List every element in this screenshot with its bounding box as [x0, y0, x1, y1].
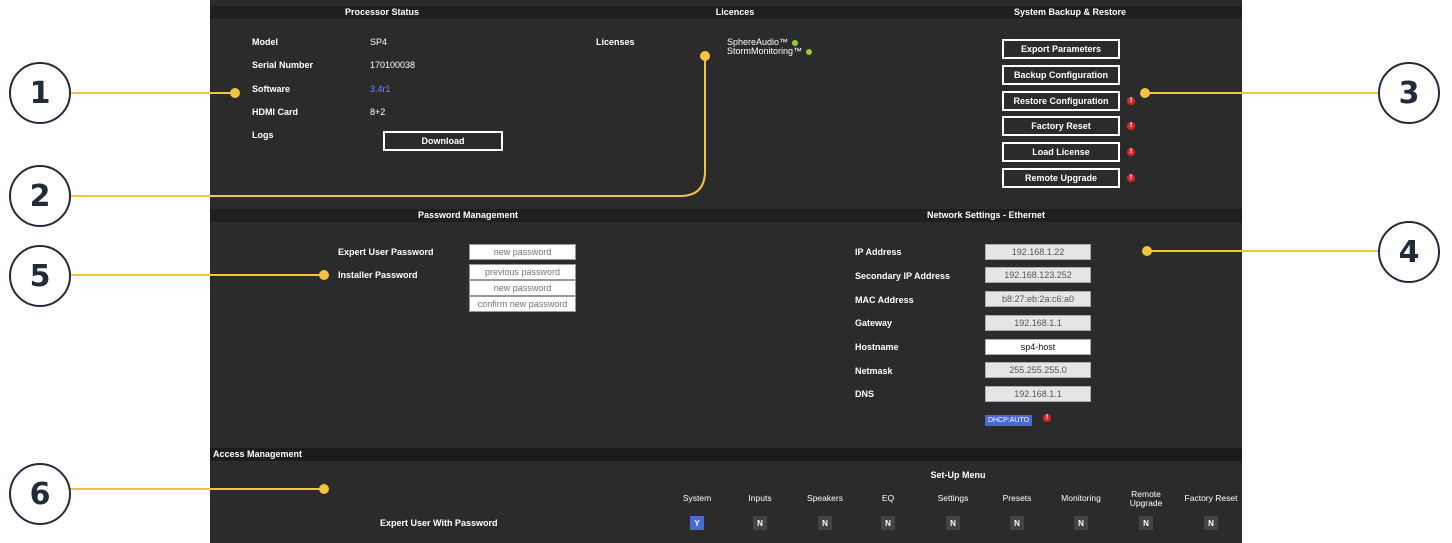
leader-line-5: [70, 274, 324, 276]
perm-factory-reset-toggle[interactable]: N: [1204, 516, 1218, 530]
leader-line-4: [1147, 250, 1380, 252]
callout-4: 4: [1378, 221, 1440, 283]
leader-dot-6: [319, 484, 329, 494]
column-presets: Presets: [1002, 493, 1032, 503]
licenses-label: Licenses: [596, 37, 635, 47]
factory-reset-button[interactable]: Factory Reset: [1002, 116, 1120, 136]
hostname-label: Hostname: [855, 342, 899, 352]
mac-address-label: MAC Address: [855, 295, 914, 305]
leader-line-6: [70, 488, 324, 490]
license-name: StormMonitoring™: [727, 46, 803, 56]
installer-password-label: Installer Password: [338, 270, 418, 280]
ip-address-label: IP Address: [855, 247, 902, 257]
column-inputs: Inputs: [748, 493, 772, 503]
header-bar-access: [210, 448, 1242, 461]
network-settings-title: Network Settings - Ethernet: [926, 210, 1046, 220]
perm-presets-toggle[interactable]: N: [1010, 516, 1024, 530]
restore-configuration-button[interactable]: Restore Configuration: [1002, 91, 1120, 111]
warning-icon: !: [1127, 174, 1135, 182]
mac-address-field[interactable]: [985, 291, 1091, 307]
secondary-ip-label: Secondary IP Address: [855, 271, 951, 281]
column-speakers: Speakers: [807, 493, 843, 503]
processor-panel: Processor Status Licences System Backup …: [210, 0, 1242, 543]
load-license-button[interactable]: Load License: [1002, 142, 1120, 162]
hdmi-card-label: HDMI Card: [252, 107, 299, 117]
backup-configuration-button[interactable]: Backup Configuration: [1002, 65, 1120, 85]
password-management-title: Password Management: [417, 210, 519, 220]
ip-address-field[interactable]: [985, 244, 1091, 260]
perm-speakers-toggle[interactable]: N: [818, 516, 832, 530]
access-management-title: Access Management: [213, 449, 303, 459]
setup-menu-title: Set-Up Menu: [930, 470, 986, 480]
software-version-link[interactable]: 3.4r1: [370, 84, 391, 95]
expert-user-row-label: Expert User With Password: [380, 518, 498, 528]
gateway-field[interactable]: [985, 315, 1091, 331]
column-eq: EQ: [881, 493, 895, 503]
callout-2: 2: [9, 165, 71, 227]
leader-dot-2: [700, 51, 710, 61]
logs-label: Logs: [252, 130, 274, 140]
processor-status-title: Processor Status: [344, 7, 420, 17]
model-label: Model: [252, 37, 278, 47]
dhcp-auto-button[interactable]: DHCP:AUTO: [985, 415, 1032, 426]
new-password-input[interactable]: [469, 280, 576, 296]
dns-field[interactable]: [985, 386, 1091, 402]
callout-3: 3: [1378, 62, 1440, 124]
confirm-password-input[interactable]: [469, 296, 576, 312]
warning-icon: !: [1043, 414, 1051, 422]
leader-dot-3: [1140, 88, 1150, 98]
expert-user-password-label: Expert User Password: [338, 247, 434, 257]
column-factory-reset: Factory Reset: [1184, 493, 1238, 503]
gateway-label: Gateway: [855, 318, 893, 328]
perm-remote-upgrade-toggle[interactable]: N: [1139, 516, 1153, 530]
expert-password-input[interactable]: [469, 244, 576, 260]
leader-dot-4: [1142, 246, 1152, 256]
leader-dot-5: [319, 270, 329, 280]
warning-icon: !: [1127, 122, 1135, 130]
export-parameters-button[interactable]: Export Parameters: [1002, 39, 1120, 59]
column-system: System: [682, 493, 712, 503]
leader-dot-1: [230, 88, 240, 98]
perm-eq-toggle[interactable]: N: [881, 516, 895, 530]
licences-title: Licences: [715, 7, 755, 17]
callout-1: 1: [9, 62, 71, 124]
warning-icon: !: [1127, 97, 1135, 105]
download-logs-button[interactable]: Download: [383, 131, 503, 151]
column-remote-upgrade: Remote Upgrade: [1129, 489, 1163, 508]
warning-icon: !: [1127, 148, 1135, 156]
perm-system-toggle[interactable]: Y: [690, 516, 704, 530]
secondary-ip-field[interactable]: [985, 267, 1091, 283]
hdmi-card-value: 8+2: [370, 107, 386, 117]
perm-inputs-toggle[interactable]: N: [753, 516, 767, 530]
software-label: Software: [252, 84, 291, 94]
netmask-label: Netmask: [855, 366, 893, 376]
header-bar-middle: [210, 209, 1242, 222]
serial-value: 170100038: [370, 60, 416, 70]
license-status-dot: [806, 48, 813, 55]
dns-label: DNS: [855, 389, 875, 399]
remote-upgrade-button[interactable]: Remote Upgrade: [1002, 168, 1120, 188]
callout-5: 5: [9, 245, 71, 307]
model-value: SP4: [370, 37, 388, 47]
hostname-field[interactable]: [985, 339, 1091, 355]
leader-line-3: [1145, 92, 1380, 94]
column-settings: Settings: [937, 493, 969, 503]
perm-settings-toggle[interactable]: N: [946, 516, 960, 530]
perm-monitoring-toggle[interactable]: N: [1074, 516, 1088, 530]
previous-password-input[interactable]: [469, 264, 576, 280]
backup-title: System Backup & Restore: [1013, 7, 1127, 17]
netmask-field[interactable]: [985, 362, 1091, 378]
callout-6: 6: [9, 463, 71, 525]
license-item-stormmonitoring: StormMonitoring™: [727, 46, 813, 57]
license-status-dot: [792, 39, 799, 46]
leader-line-1: [70, 92, 235, 94]
column-monitoring: Monitoring: [1061, 493, 1101, 503]
serial-label: Serial Number: [252, 60, 314, 70]
